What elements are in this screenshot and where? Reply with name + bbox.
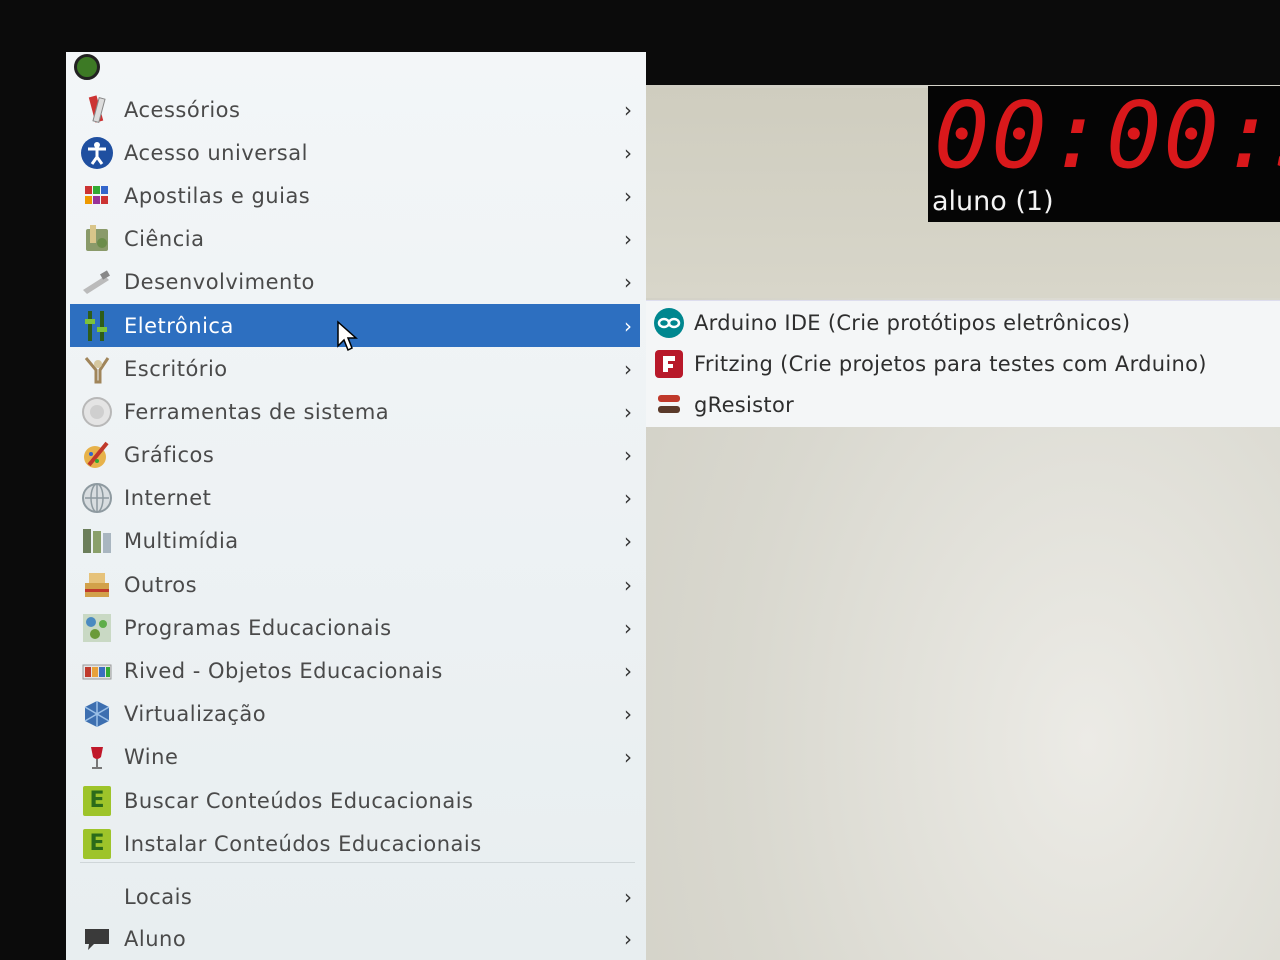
menu-item-label: Buscar Conteúdos Educacionais (124, 788, 474, 813)
electronics-submenu: Arduino IDE (Crie protótipos eletrônicos… (646, 300, 1280, 427)
submenu-arrow-icon: › (624, 140, 632, 165)
menu-item-multimidia[interactable]: Multimídia › (70, 520, 640, 563)
submenu-item-label: Fritzing (Crie projetos para testes com … (694, 352, 1207, 376)
office-icon (80, 352, 114, 386)
menu-item-outros[interactable]: Outros › (70, 563, 640, 606)
menu-item-locais[interactable]: Locais › (70, 875, 640, 918)
menu-item-label: Acessórios (124, 97, 241, 122)
submenu-arrow-icon: › (624, 183, 632, 208)
menu-item-label: Internet (124, 486, 212, 511)
others-icon (80, 568, 114, 602)
menu-item-label: Locais (124, 884, 193, 909)
fritzing-icon (652, 347, 686, 381)
menu-item-label: Gráficos (124, 443, 215, 468)
internet-icon (80, 481, 114, 515)
submenu-arrow-icon: › (624, 313, 632, 338)
submenu-arrow-icon: › (624, 702, 632, 727)
clock-widget: 00:00:32 aluno (1) (928, 86, 1280, 222)
menu-item-buscar-conteudos[interactable]: E Buscar Conteúdos Educacionais (70, 779, 640, 822)
menu-item-label: Virtualização (124, 702, 267, 727)
menu-item-label: Rived - Objetos Educacionais (124, 659, 443, 684)
submenu-arrow-icon: › (624, 884, 632, 909)
menu-item-label: Multimídia (124, 529, 239, 554)
menu-item-label: Desenvolvimento (124, 270, 315, 295)
menu-item-label: Instalar Conteúdos Educacionais (124, 831, 482, 856)
clock-time: 00:00:32 (934, 86, 1280, 189)
places-icon (80, 880, 114, 914)
menu-item-label: Wine (124, 745, 179, 770)
submenu-arrow-icon: › (624, 97, 632, 122)
rived-icon (80, 654, 114, 688)
menu-item-ferramentas-de-sistema[interactable]: Ferramentas de sistema › (70, 390, 640, 433)
submenu-item-fritzing[interactable]: Fritzing (Crie projetos para testes com … (646, 344, 1280, 384)
submenu-arrow-icon: › (624, 356, 632, 381)
menu-item-label: Aluno (124, 926, 187, 951)
mouse-cursor-icon (336, 320, 358, 356)
gresistor-icon (652, 388, 686, 422)
submenu-arrow-icon: › (624, 529, 632, 554)
menu-item-wine[interactable]: Wine › (70, 736, 640, 779)
submenu-arrow-icon: › (624, 615, 632, 640)
submenu-arrow-icon: › (624, 486, 632, 511)
submenu-arrow-icon: › (624, 745, 632, 770)
graphics-icon (80, 438, 114, 472)
menu-item-ciencia[interactable]: Ciência › (70, 218, 640, 261)
submenu-arrow-icon: › (624, 572, 632, 597)
science-icon (80, 222, 114, 256)
menu-separator (80, 862, 635, 863)
menu-item-rived[interactable]: Rived - Objetos Educacionais › (70, 649, 640, 692)
menu-item-apostilas-e-guias[interactable]: Apostilas e guias › (70, 174, 640, 217)
virtualization-icon (80, 697, 114, 731)
clock-user-label: aluno (1) (932, 186, 1054, 217)
submenu-item-gresistor[interactable]: gResistor (646, 385, 1280, 425)
system-tools-icon (80, 395, 114, 429)
accessories-icon (80, 93, 114, 127)
menu-item-acessorios[interactable]: Acessórios › (70, 88, 640, 131)
menu-item-internet[interactable]: Internet › (70, 477, 640, 520)
menu-item-desenvolvimento[interactable]: Desenvolvimento › (70, 261, 640, 304)
wine-icon (80, 740, 114, 774)
menu-item-label: Programas Educacionais (124, 615, 392, 640)
menu-item-label: Escritório (124, 356, 228, 381)
menu-item-label: Eletrônica (124, 313, 234, 338)
menu-item-acesso-universal[interactable]: Acesso universal › (70, 131, 640, 174)
guides-icon (80, 179, 114, 213)
development-icon (80, 265, 114, 299)
educational-programs-icon (80, 611, 114, 645)
menu-category-list: Acessórios › Acesso universal › Apostila… (70, 88, 640, 865)
submenu-item-label: gResistor (694, 393, 795, 417)
submenu-arrow-icon: › (624, 399, 632, 424)
submenu-arrow-icon: › (624, 443, 632, 468)
submenu-arrow-icon: › (624, 270, 632, 295)
e-icon: E (80, 827, 114, 861)
chat-icon (80, 922, 114, 956)
menu-item-label: Ciência (124, 227, 205, 252)
submenu-arrow-icon: › (624, 227, 632, 252)
menu-item-label: Apostilas e guias (124, 183, 311, 208)
menu-item-graficos[interactable]: Gráficos › (70, 434, 640, 477)
arduino-icon (652, 306, 686, 340)
e-icon: E (80, 784, 114, 818)
universal-access-icon (80, 136, 114, 170)
submenu-arrow-icon: › (624, 926, 632, 951)
multimedia-icon (80, 524, 114, 558)
menu-item-label: Acesso universal (124, 140, 308, 165)
menu-item-virtualizacao[interactable]: Virtualização › (70, 693, 640, 736)
menu-item-label: Ferramentas de sistema (124, 399, 390, 424)
menu-logo-icon[interactable] (70, 52, 106, 84)
submenu-item-label: Arduino IDE (Crie protótipos eletrônicos… (694, 311, 1131, 335)
menu-item-label: Outros (124, 572, 198, 597)
submenu-item-arduino-ide[interactable]: Arduino IDE (Crie protótipos eletrônicos… (646, 303, 1280, 343)
menu-item-programas-educacionais[interactable]: Programas Educacionais › (70, 606, 640, 649)
submenu-arrow-icon: › (624, 659, 632, 684)
electronics-icon (80, 309, 114, 343)
menu-item-instalar-conteudos[interactable]: E Instalar Conteúdos Educacionais (70, 822, 640, 865)
menu-item-aluno[interactable]: Aluno › (70, 917, 640, 960)
